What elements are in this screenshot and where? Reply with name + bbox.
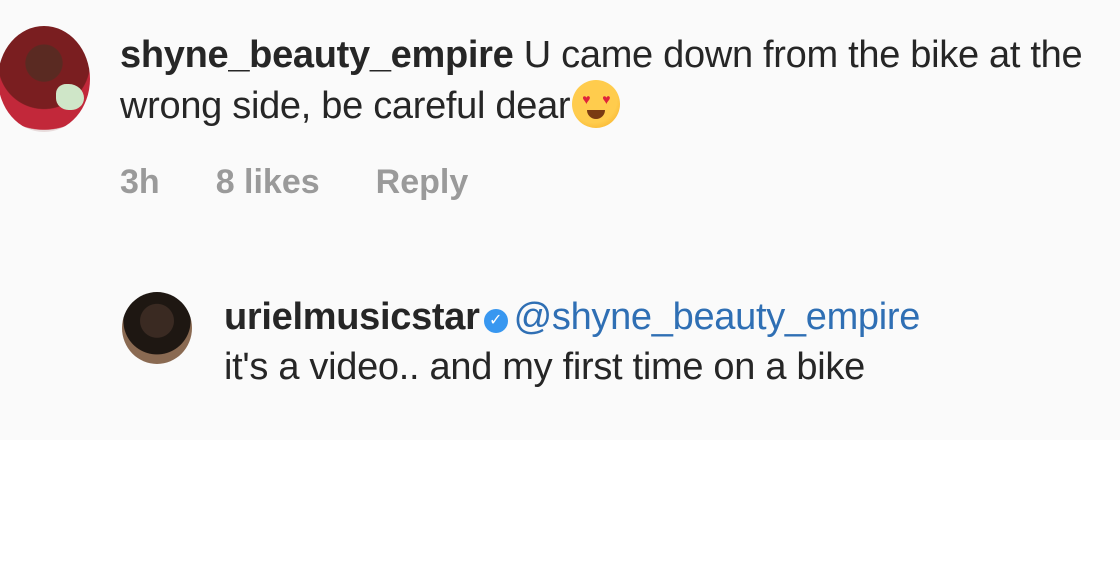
heart-eye-right-icon: ♥ <box>602 91 611 107</box>
reply-avatar[interactable] <box>122 292 192 364</box>
avatar[interactable] <box>0 26 90 132</box>
comment-body: shyne_beauty_empire U came down from the… <box>120 26 1100 202</box>
avatar-detail <box>56 84 84 110</box>
reply-mention[interactable]: @shyne_beauty_empire <box>514 296 921 338</box>
heart-eyes-emoji-icon: ♥ ♥ <box>572 80 621 128</box>
comment-likes[interactable]: 8 likes <box>216 163 320 202</box>
reply-button[interactable]: Reply <box>376 163 469 202</box>
reply-item: urielmusicstar ✓ @shyne_beauty_empire it's … <box>122 292 1104 392</box>
heart-eye-left-icon: ♥ <box>582 91 591 107</box>
verified-badge-icon: ✓ <box>483 309 508 333</box>
reply-text: urielmusicstar ✓ @shyne_beauty_empire it's … <box>224 292 1104 392</box>
comment-thread-screen: shyne_beauty_empire U came down from the… <box>0 0 1120 588</box>
comment-username[interactable]: shyne_beauty_empire <box>120 34 514 76</box>
comment-text: shyne_beauty_empire U came down from the… <box>120 26 1100 131</box>
reply-body: urielmusicstar ✓ @shyne_beauty_empire it's … <box>224 292 1104 392</box>
comment-time: 3h <box>120 163 160 201</box>
reply-username[interactable]: urielmusicstar <box>224 296 480 338</box>
comment-meta: 3h 8 likes Reply <box>120 163 1100 202</box>
comment-item: shyne_beauty_empire U came down from the… <box>0 26 1100 202</box>
emoji-mouth <box>587 110 606 119</box>
reply-message: it's a video.. and my first time on a bi… <box>224 346 865 388</box>
